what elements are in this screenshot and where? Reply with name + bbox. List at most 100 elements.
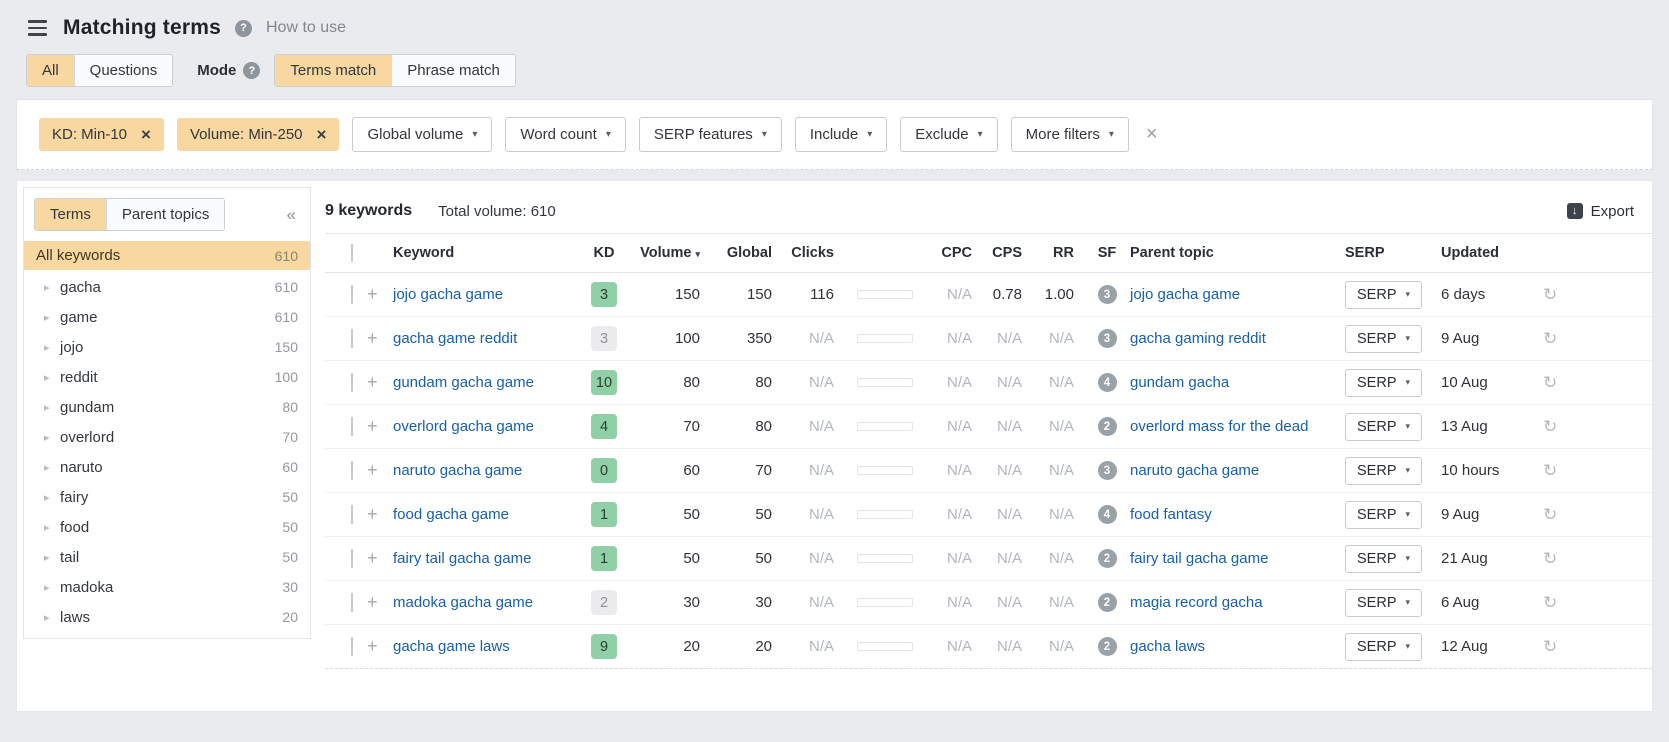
sidebar-item-tail[interactable]: ▸tail50 (24, 542, 310, 572)
keyword-link[interactable]: gacha game laws (393, 638, 578, 655)
keyword-link[interactable]: madoka gacha game (393, 594, 578, 611)
sidebar-item-game[interactable]: ▸game610 (24, 302, 310, 332)
refresh-icon[interactable]: ↻ (1537, 373, 1557, 392)
collapse-sidebar-icon[interactable]: « (283, 205, 300, 225)
parent-topic-link[interactable]: overlord mass for the dead (1130, 418, 1345, 435)
parent-topic-link[interactable]: food fantasy (1130, 506, 1345, 523)
col-global[interactable]: Global (710, 245, 782, 261)
expand-arrow-icon[interactable]: ▸ (44, 371, 60, 384)
expand-arrow-icon[interactable]: ▸ (44, 611, 60, 624)
serp-button[interactable]: SERP▾ (1345, 589, 1422, 617)
row-checkbox[interactable] (351, 637, 353, 656)
add-keyword-button[interactable]: + (367, 548, 393, 569)
mode-help-icon[interactable]: ? (243, 62, 260, 79)
select-all-checkbox[interactable] (351, 244, 353, 262)
keyword-link[interactable]: food gacha game (393, 506, 578, 523)
filter-dropdown-serp-features[interactable]: SERP features▾ (639, 117, 782, 152)
expand-arrow-icon[interactable]: ▸ (44, 281, 60, 294)
tab-parent-topics[interactable]: Parent topics (106, 199, 225, 230)
serp-button[interactable]: SERP▾ (1345, 413, 1422, 441)
filter-dropdown-exclude[interactable]: Exclude▾ (900, 117, 997, 152)
col-parent-topic[interactable]: Parent topic (1130, 245, 1345, 261)
col-kd[interactable]: KD (578, 245, 630, 261)
filter-dropdown-include[interactable]: Include▾ (795, 117, 887, 152)
sidebar-item-overlord[interactable]: ▸overlord70 (24, 422, 310, 452)
row-checkbox[interactable] (351, 549, 353, 568)
sidebar-item-madoka[interactable]: ▸madoka30 (24, 572, 310, 602)
add-keyword-button[interactable]: + (367, 460, 393, 481)
refresh-icon[interactable]: ↻ (1537, 505, 1557, 524)
col-sf[interactable]: SF (1084, 245, 1130, 261)
sidebar-item-gundam[interactable]: ▸gundam80 (24, 392, 310, 422)
tab-terms[interactable]: Terms (35, 199, 106, 230)
row-checkbox[interactable] (351, 329, 353, 348)
sidebar-item-jojo[interactable]: ▸jojo150 (24, 332, 310, 362)
expand-arrow-icon[interactable]: ▸ (44, 401, 60, 414)
col-updated[interactable]: Updated (1441, 245, 1537, 261)
clear-filters-icon[interactable]: × (1146, 123, 1158, 146)
col-keyword[interactable]: Keyword (393, 245, 578, 261)
keyword-link[interactable]: gundam gacha game (393, 374, 578, 391)
filter-dropdown-global-volume[interactable]: Global volume▾ (352, 117, 492, 152)
add-keyword-button[interactable]: + (367, 592, 393, 613)
pill-close-icon[interactable]: × (317, 126, 327, 143)
serp-button[interactable]: SERP▾ (1345, 501, 1422, 529)
parent-topic-link[interactable]: gundam gacha (1130, 374, 1345, 391)
row-checkbox[interactable] (351, 461, 353, 480)
sidebar-item-food[interactable]: ▸food50 (24, 512, 310, 542)
add-keyword-button[interactable]: + (367, 504, 393, 525)
filter-pill-kd[interactable]: KD: Min-10× (39, 118, 164, 151)
tab-questions[interactable]: Questions (74, 55, 173, 86)
tab-all[interactable]: All (27, 55, 74, 86)
sidebar-item-laws[interactable]: ▸laws20 (24, 602, 310, 632)
col-rr[interactable]: RR (1032, 245, 1084, 261)
expand-arrow-icon[interactable]: ▸ (44, 431, 60, 444)
add-keyword-button[interactable]: + (367, 372, 393, 393)
keyword-link[interactable]: naruto gacha game (393, 462, 578, 479)
col-cpc[interactable]: CPC (926, 245, 982, 261)
parent-topic-link[interactable]: gacha laws (1130, 638, 1345, 655)
add-keyword-button[interactable]: + (367, 284, 393, 305)
serp-button[interactable]: SERP▾ (1345, 633, 1422, 661)
export-button[interactable]: ↓ Export (1567, 203, 1634, 220)
keyword-link[interactable]: gacha game reddit (393, 330, 578, 347)
refresh-icon[interactable]: ↻ (1537, 593, 1557, 612)
sidebar-item-gacha[interactable]: ▸gacha610 (24, 272, 310, 302)
tab-phrase-match[interactable]: Phrase match (391, 55, 515, 86)
row-checkbox[interactable] (351, 593, 353, 612)
expand-arrow-icon[interactable]: ▸ (44, 551, 60, 564)
how-to-use-link[interactable]: How to use (266, 19, 346, 37)
tab-terms-match[interactable]: Terms match (275, 55, 391, 86)
sidebar-item-fairy[interactable]: ▸fairy50 (24, 482, 310, 512)
help-icon[interactable]: ? (235, 20, 252, 37)
parent-topic-link[interactable]: naruto gacha game (1130, 462, 1345, 479)
keyword-link[interactable]: fairy tail gacha game (393, 550, 578, 567)
expand-arrow-icon[interactable]: ▸ (44, 581, 60, 594)
expand-arrow-icon[interactable]: ▸ (44, 311, 60, 324)
parent-topic-link[interactable]: gacha gaming reddit (1130, 330, 1345, 347)
row-checkbox[interactable] (351, 505, 353, 524)
keyword-link[interactable]: jojo gacha game (393, 286, 578, 303)
parent-topic-link[interactable]: magia record gacha (1130, 594, 1345, 611)
expand-arrow-icon[interactable]: ▸ (44, 521, 60, 534)
sidebar-item-reddit[interactable]: ▸reddit100 (24, 362, 310, 392)
serp-button[interactable]: SERP▾ (1345, 545, 1422, 573)
row-checkbox[interactable] (351, 285, 353, 304)
expand-arrow-icon[interactable]: ▸ (44, 491, 60, 504)
col-cps[interactable]: CPS (982, 245, 1032, 261)
col-clicks[interactable]: Clicks (782, 245, 844, 261)
refresh-icon[interactable]: ↻ (1537, 417, 1557, 436)
serp-button[interactable]: SERP▾ (1345, 281, 1422, 309)
parent-topic-link[interactable]: jojo gacha game (1130, 286, 1345, 303)
refresh-icon[interactable]: ↻ (1537, 637, 1557, 656)
refresh-icon[interactable]: ↻ (1537, 285, 1557, 304)
refresh-icon[interactable]: ↻ (1537, 461, 1557, 480)
filter-dropdown-more-filters[interactable]: More filters▾ (1011, 117, 1129, 152)
add-keyword-button[interactable]: + (367, 636, 393, 657)
all-keywords-row[interactable]: All keywords 610 (24, 241, 310, 270)
expand-arrow-icon[interactable]: ▸ (44, 341, 60, 354)
row-checkbox[interactable] (351, 417, 353, 436)
serp-button[interactable]: SERP▾ (1345, 325, 1422, 353)
pill-close-icon[interactable]: × (141, 126, 151, 143)
expand-arrow-icon[interactable]: ▸ (44, 461, 60, 474)
